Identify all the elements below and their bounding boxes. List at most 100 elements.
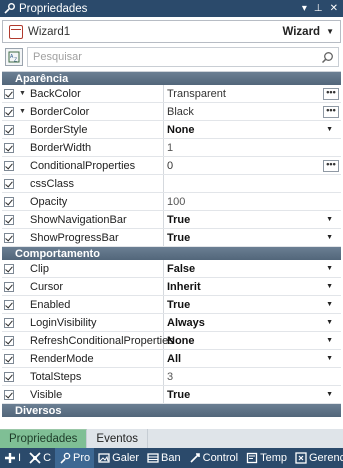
appearance-row-conditionalproperties[interactable]: ConditionalProperties 0 ••• — [2, 157, 341, 175]
chevron-down-icon[interactable]: ▼ — [326, 216, 333, 223]
property-checkbox[interactable] — [3, 196, 14, 207]
search-field[interactable] — [27, 47, 339, 67]
expand-arrow-icon[interactable]: ▼ — [15, 103, 30, 120]
category-header-behavior[interactable]: Comportamento — [2, 247, 341, 260]
property-value[interactable]: 3 — [164, 368, 341, 385]
property-checkbox[interactable] — [3, 160, 14, 171]
tool-window-bar: I C Pro Galer Ban Control Temp Gerenc — [0, 448, 343, 468]
property-name: RefreshConditionalProperties — [30, 332, 174, 349]
property-value[interactable]: 0 ••• — [164, 157, 341, 174]
property-value[interactable]: Inherit ▼ — [164, 278, 341, 295]
property-value[interactable]: Black ••• — [164, 103, 341, 120]
search-icon[interactable] — [321, 51, 334, 64]
behavior-row-refreshconditionalproperties[interactable]: RefreshConditionalProperties None ▼ — [2, 332, 341, 350]
chevron-down-icon[interactable]: ▼ — [326, 391, 333, 398]
property-value[interactable] — [164, 175, 341, 192]
chevron-down-icon[interactable]: ▼ — [326, 234, 333, 241]
chevron-down-icon[interactable]: ▼ — [326, 265, 333, 272]
database-tab[interactable]: Ban — [143, 448, 185, 468]
property-checkbox[interactable] — [3, 232, 14, 243]
appearance-row-shownavigationbar[interactable]: ShowNavigationBar True ▼ — [2, 211, 341, 229]
property-value-text: 100 — [167, 195, 186, 208]
panel-pin-button[interactable]: ⊥ — [314, 3, 323, 14]
template-tab[interactable]: Temp — [242, 448, 291, 468]
property-checkbox[interactable] — [3, 281, 14, 292]
property-name: ShowProgressBar — [30, 229, 164, 246]
property-checkbox[interactable] — [3, 178, 14, 189]
ellipsis-button[interactable]: ••• — [323, 88, 339, 100]
chevron-down-icon[interactable]: ▼ — [326, 337, 333, 344]
property-value[interactable]: False ▼ — [164, 260, 341, 277]
chevron-down-icon[interactable]: ▼ — [326, 27, 334, 36]
property-checkbox[interactable] — [3, 124, 14, 135]
search-input[interactable] — [33, 51, 313, 63]
property-checkbox[interactable] — [3, 335, 14, 346]
property-value[interactable]: True ▼ — [164, 386, 341, 403]
property-value[interactable]: 100 — [164, 193, 341, 210]
expand-spacer — [15, 332, 30, 349]
property-name: Cursor — [30, 278, 164, 295]
property-checkbox[interactable] — [3, 106, 14, 117]
property-value[interactable]: None ▼ — [164, 332, 341, 349]
behavior-row-cursor[interactable]: Cursor Inherit ▼ — [2, 278, 341, 296]
property-checkbox[interactable] — [3, 371, 14, 382]
category-header-appearance[interactable]: Aparência — [2, 72, 341, 85]
property-value[interactable]: 1 — [164, 139, 341, 156]
property-value[interactable]: None ▼ — [164, 121, 341, 138]
wizard-object-icon — [9, 24, 23, 39]
property-checkbox[interactable] — [3, 353, 14, 364]
ellipsis-button[interactable]: ••• — [323, 160, 339, 172]
appearance-row-bordercolor[interactable]: ▼ BorderColor Black ••• — [2, 103, 341, 121]
database-icon — [147, 453, 159, 463]
sort-toggle-button[interactable]: A Z — [5, 48, 23, 66]
manager-tab[interactable]: Gerenc — [291, 448, 343, 468]
property-checkbox[interactable] — [3, 299, 14, 310]
behavior-row-rendermode[interactable]: RenderMode All ▼ — [2, 350, 341, 368]
toolbox-tab[interactable]: I — [0, 448, 25, 468]
property-grid: Aparência ▼ BackColor Transparent ••• ▼ Borde… — [2, 71, 341, 426]
tab-eventos[interactable]: Eventos — [87, 429, 148, 448]
tab-propriedades[interactable]: Propriedades — [0, 429, 88, 448]
properties-tab[interactable]: Pro — [55, 448, 95, 468]
object-selector[interactable]: Wizard1 Wizard ▼ — [2, 20, 341, 43]
expand-spacer — [15, 296, 30, 313]
property-value[interactable]: All ▼ — [164, 350, 341, 367]
chevron-down-icon[interactable]: ▼ — [326, 355, 333, 362]
property-checkbox[interactable] — [3, 389, 14, 400]
behavior-row-totalsteps[interactable]: TotalSteps 3 — [2, 368, 341, 386]
appearance-row-backcolor[interactable]: ▼ BackColor Transparent ••• — [2, 85, 341, 103]
behavior-row-loginvisibility[interactable]: LoginVisibility Always ▼ — [2, 314, 341, 332]
appearance-row-borderwidth[interactable]: BorderWidth 1 — [2, 139, 341, 157]
property-checkbox[interactable] — [3, 88, 14, 99]
ellipsis-button[interactable]: ••• — [323, 106, 339, 118]
property-value[interactable]: True ▼ — [164, 229, 341, 246]
tools-tab[interactable]: C — [25, 448, 55, 468]
property-checkbox[interactable] — [3, 214, 14, 225]
chevron-down-icon[interactable]: ▼ — [326, 301, 333, 308]
behavior-row-enabled[interactable]: Enabled True ▼ — [2, 296, 341, 314]
gallery-tab[interactable]: Galer — [94, 448, 143, 468]
property-checkbox[interactable] — [3, 263, 14, 274]
appearance-row-borderstyle[interactable]: BorderStyle None ▼ — [2, 121, 341, 139]
property-checkbox[interactable] — [3, 142, 14, 153]
chevron-down-icon[interactable]: ▼ — [326, 283, 333, 290]
appearance-row-showprogressbar[interactable]: ShowProgressBar True ▼ — [2, 229, 341, 247]
property-value[interactable]: Always ▼ — [164, 314, 341, 331]
property-checkbox[interactable] — [3, 317, 14, 328]
chevron-down-icon[interactable]: ▼ — [326, 319, 333, 326]
expand-arrow-icon[interactable]: ▼ — [15, 85, 30, 102]
behavior-row-visible[interactable]: Visible True ▼ — [2, 386, 341, 404]
category-header-misc[interactable]: Diversos — [2, 404, 341, 417]
panel-titlebar: Propriedades ▾ ⊥ ✕ — [0, 0, 343, 17]
property-value[interactable]: True ▼ — [164, 296, 341, 313]
panel-menu-button[interactable]: ▾ — [302, 3, 307, 14]
property-value[interactable]: Transparent ••• — [164, 85, 341, 102]
property-value[interactable]: True ▼ — [164, 211, 341, 228]
panel-close-button[interactable]: ✕ — [330, 3, 338, 14]
panel-tabs: Propriedades Eventos — [0, 429, 343, 448]
control-tab[interactable]: Control — [185, 448, 242, 468]
behavior-row-clip[interactable]: Clip False ▼ — [2, 260, 341, 278]
chevron-down-icon[interactable]: ▼ — [326, 126, 333, 133]
appearance-row-opacity[interactable]: Opacity 100 — [2, 193, 341, 211]
appearance-row-cssclass[interactable]: cssClass — [2, 175, 341, 193]
